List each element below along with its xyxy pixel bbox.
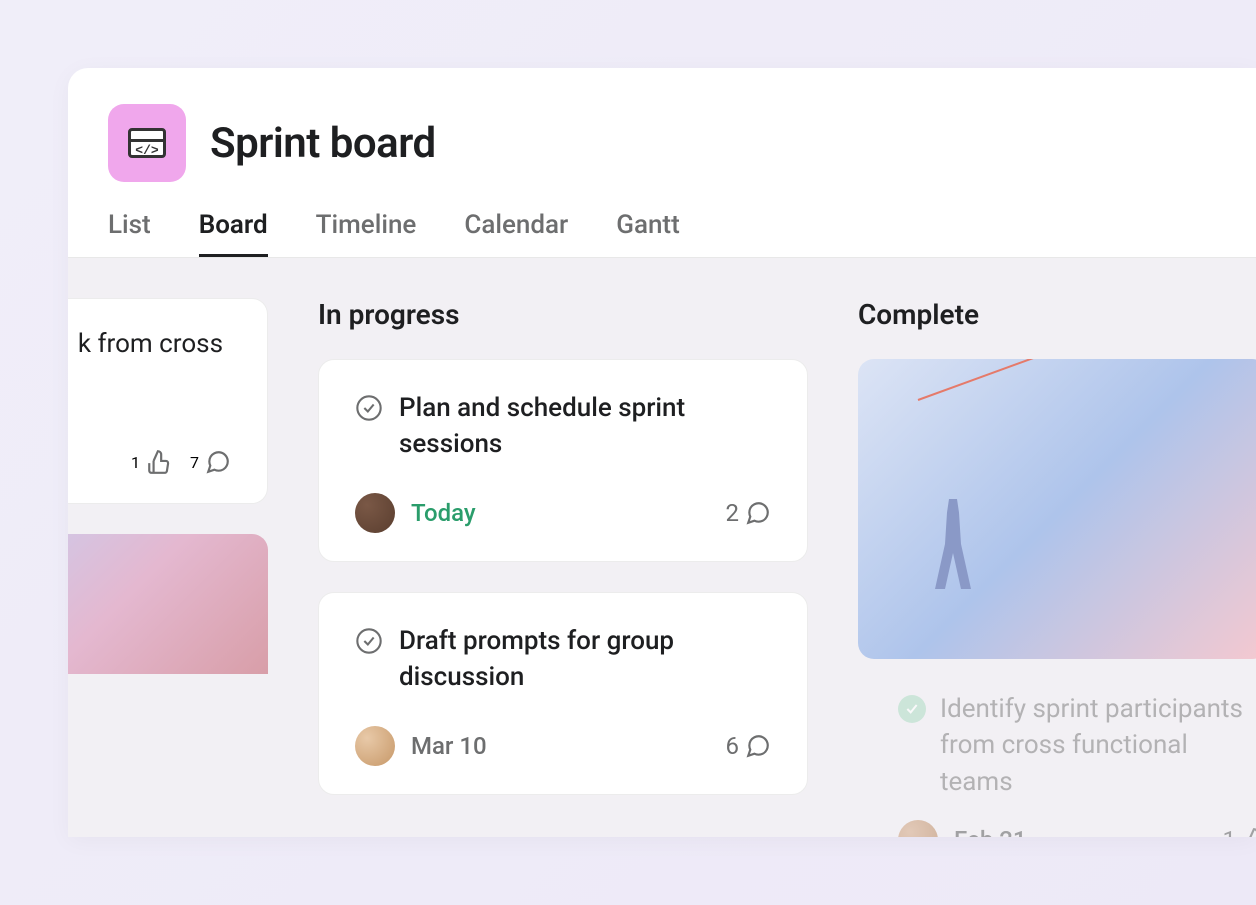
tab-board[interactable]: Board bbox=[199, 210, 268, 257]
header: </> Sprint board bbox=[68, 68, 1256, 182]
thumbs-up-icon bbox=[146, 449, 172, 475]
thumbs-up-icon bbox=[1242, 827, 1256, 837]
tab-gantt[interactable]: Gantt bbox=[616, 210, 680, 257]
tab-timeline[interactable]: Timeline bbox=[316, 210, 417, 257]
comment-stat[interactable]: 7 bbox=[190, 449, 231, 475]
check-complete-icon[interactable] bbox=[898, 695, 926, 723]
check-circle-icon[interactable] bbox=[355, 627, 383, 655]
comment-stat[interactable]: 6 bbox=[726, 732, 772, 760]
tab-list[interactable]: List bbox=[108, 210, 151, 257]
column-in-progress: In progress Plan and schedule sprint ses… bbox=[318, 298, 808, 837]
check-circle-icon[interactable] bbox=[355, 394, 383, 422]
comment-stat[interactable]: 2 bbox=[726, 499, 772, 527]
column-partial-left: k from cross 1 7 bbox=[68, 298, 268, 837]
card-footer: Today 2 bbox=[355, 493, 771, 533]
kite-line-decoration bbox=[918, 359, 1256, 401]
card-footer: 1 7 bbox=[68, 449, 231, 475]
completed-task[interactable]: Identify sprint participants from cross … bbox=[858, 671, 1256, 800]
column-title-in-progress: In progress bbox=[318, 298, 808, 331]
image-card[interactable] bbox=[858, 359, 1256, 659]
project-icon[interactable]: </> bbox=[108, 104, 186, 182]
card-footer: Feb 21 1 bbox=[858, 820, 1256, 837]
project-title: Sprint board bbox=[210, 119, 436, 168]
task-card[interactable]: Draft prompts for group discussion Mar 1… bbox=[318, 592, 808, 795]
card-header: Draft prompts for group discussion bbox=[355, 623, 771, 696]
card-title: Plan and schedule sprint sessions bbox=[399, 390, 771, 463]
like-stat[interactable]: 1 bbox=[1223, 826, 1256, 837]
comment-icon bbox=[205, 449, 231, 475]
card-partial[interactable]: k from cross 1 7 bbox=[68, 298, 268, 504]
task-card[interactable]: Plan and schedule sprint sessions Today … bbox=[318, 359, 808, 562]
person-kite-illustration bbox=[933, 499, 983, 599]
tabs: List Board Timeline Calendar Gantt bbox=[68, 182, 1256, 258]
column-complete: Complete Identify sprint participants fr… bbox=[858, 298, 1256, 837]
card-title: Draft prompts for group discussion bbox=[399, 623, 771, 696]
app-container: </> Sprint board List Board Timeline Cal… bbox=[68, 68, 1256, 837]
avatar[interactable] bbox=[898, 820, 938, 837]
due-date: Mar 10 bbox=[411, 732, 487, 760]
tab-calendar[interactable]: Calendar bbox=[464, 210, 568, 257]
due-date: Feb 21 bbox=[954, 826, 1027, 837]
avatar[interactable] bbox=[355, 726, 395, 766]
comment-icon bbox=[745, 500, 771, 526]
card-title: Identify sprint participants from cross … bbox=[940, 691, 1248, 800]
card-footer: Mar 10 6 bbox=[355, 726, 771, 766]
card-header: Identify sprint participants from cross … bbox=[898, 691, 1248, 800]
card-header: Plan and schedule sprint sessions bbox=[355, 390, 771, 463]
board: k from cross 1 7 bbox=[68, 258, 1256, 837]
image-card-partial[interactable] bbox=[68, 534, 268, 674]
comment-icon bbox=[745, 733, 771, 759]
due-date: Today bbox=[411, 499, 476, 527]
code-window-icon: </> bbox=[128, 128, 166, 158]
like-stat[interactable]: 1 bbox=[131, 449, 172, 475]
column-title-complete: Complete bbox=[858, 298, 1256, 331]
card-title-partial: k from cross bbox=[68, 329, 231, 359]
avatar[interactable] bbox=[355, 493, 395, 533]
